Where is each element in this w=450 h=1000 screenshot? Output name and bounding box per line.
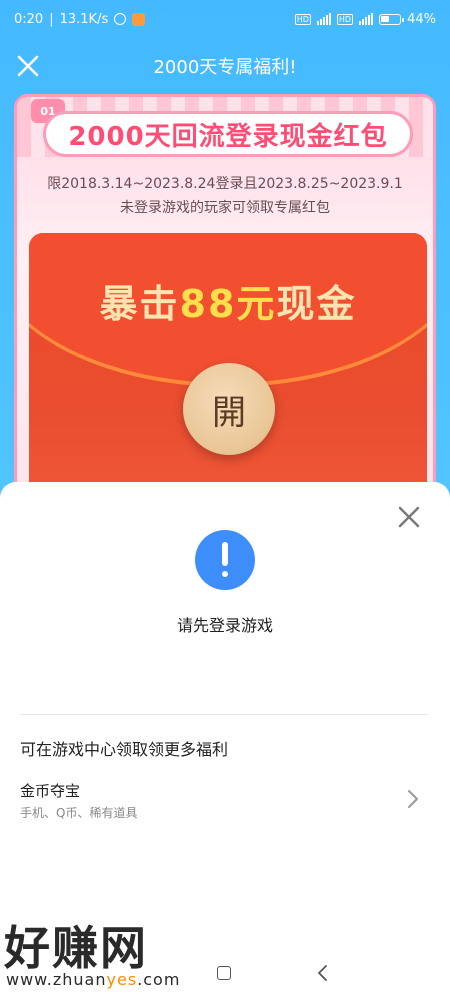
notification-app-icon <box>132 12 146 26</box>
list-item-gold-coin-treasure[interactable]: 金币夺宝 手机、Q币、稀有道具 <box>0 772 450 828</box>
status-time: 0:20 <box>14 11 44 27</box>
eligibility-text-2: 未登录游戏的玩家可领取专属红包 <box>120 200 330 216</box>
alarm-icon <box>114 13 127 25</box>
hd-icon-2: HD <box>336 13 354 25</box>
watermark-url-part-1: www.zhuan <box>6 970 107 989</box>
red-packet-headline: 暴击88元现金 <box>29 273 427 328</box>
page-title: 2000天专属福利! <box>153 57 297 78</box>
chevron-right-icon <box>408 790 418 808</box>
promo-banner: 01 2000天回流登录现金红包 限2018.3.14~2023.8.24登录且… <box>14 94 436 523</box>
signal-icon <box>316 13 331 25</box>
login-required-message: 请先登录游戏 <box>176 616 273 635</box>
top-nav-bar: 2000天专属福利! <box>0 38 450 94</box>
list-item-title: 金币夺宝 <box>20 782 81 800</box>
hd-icon: HD <box>294 13 311 25</box>
battery-icon <box>379 13 405 25</box>
status-net-speed: 13.1K/s <box>59 11 109 27</box>
red-packet-card: 暴击88元现金 開 <box>29 233 427 523</box>
more-benefits-heading: 可在游戏中心领取领更多福利 <box>20 740 229 759</box>
watermark-url-part-2: yes <box>106 970 138 989</box>
watermark: 好赚网 www.zhuanyes.com <box>4 912 204 992</box>
watermark-url-part-3: .com <box>137 970 181 989</box>
headline-prefix: 暴击 <box>99 282 180 326</box>
banner-title: 2000天回流登录现金红包 <box>43 111 413 157</box>
list-item-description: 手机、Q币、稀有道具 <box>20 806 138 820</box>
divider <box>20 714 428 715</box>
eligibility-text-1: 限2018.3.14~2023.8.24登录且2023.8.25~2023.9.… <box>47 176 403 192</box>
exclamation-icon <box>195 530 255 590</box>
open-red-packet-button[interactable]: 開 <box>183 363 275 455</box>
signal-icon-2 <box>359 13 374 25</box>
status-divider: | <box>49 11 54 27</box>
battery-percent: 44% <box>407 11 436 27</box>
headline-suffix: 现金 <box>276 282 357 326</box>
home-square-icon[interactable] <box>217 966 231 980</box>
watermark-url: www.zhuanyes.com <box>6 970 180 989</box>
status-bar: 0:20 | 13.1K/s HD HD 44% <box>0 0 450 38</box>
back-icon[interactable] <box>316 964 330 982</box>
headline-amount: 88元 <box>179 282 277 326</box>
watermark-logo-text: 好赚网 <box>4 921 148 975</box>
close-sheet-icon[interactable] <box>396 504 422 530</box>
close-page-icon[interactable] <box>14 52 42 80</box>
